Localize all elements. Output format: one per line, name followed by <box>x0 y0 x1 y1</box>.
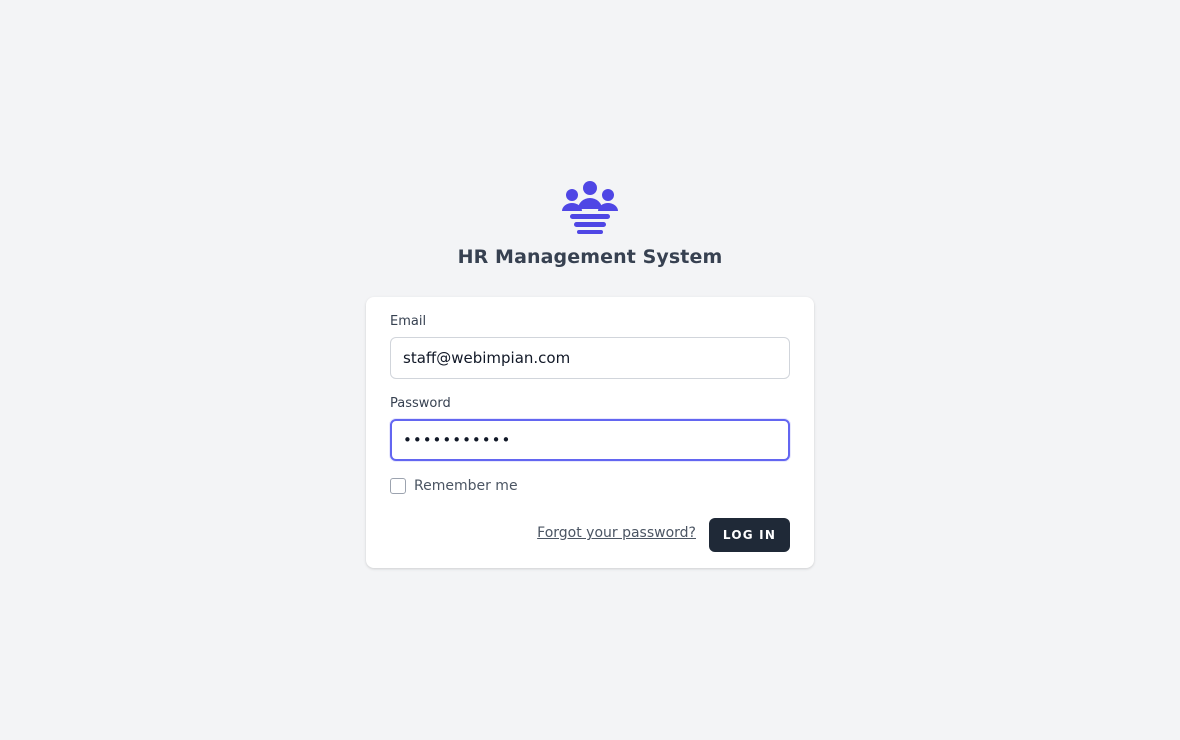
password-label: Password <box>390 396 451 411</box>
email-input[interactable] <box>390 337 790 379</box>
app-title: HR Management System <box>457 246 723 268</box>
remember-me[interactable]: Remember me <box>390 478 518 494</box>
login-card: Email Password Remember me Forgot your p… <box>366 297 814 568</box>
email-label: Email <box>390 314 427 329</box>
remember-me-label[interactable]: Remember me <box>414 478 518 494</box>
forgot-password-link[interactable]: Forgot your password? <box>537 525 696 541</box>
password-input[interactable] <box>390 419 790 461</box>
people-group-icon <box>560 180 620 236</box>
login-button[interactable]: LOG IN <box>709 518 790 552</box>
remember-me-checkbox[interactable] <box>390 478 406 494</box>
